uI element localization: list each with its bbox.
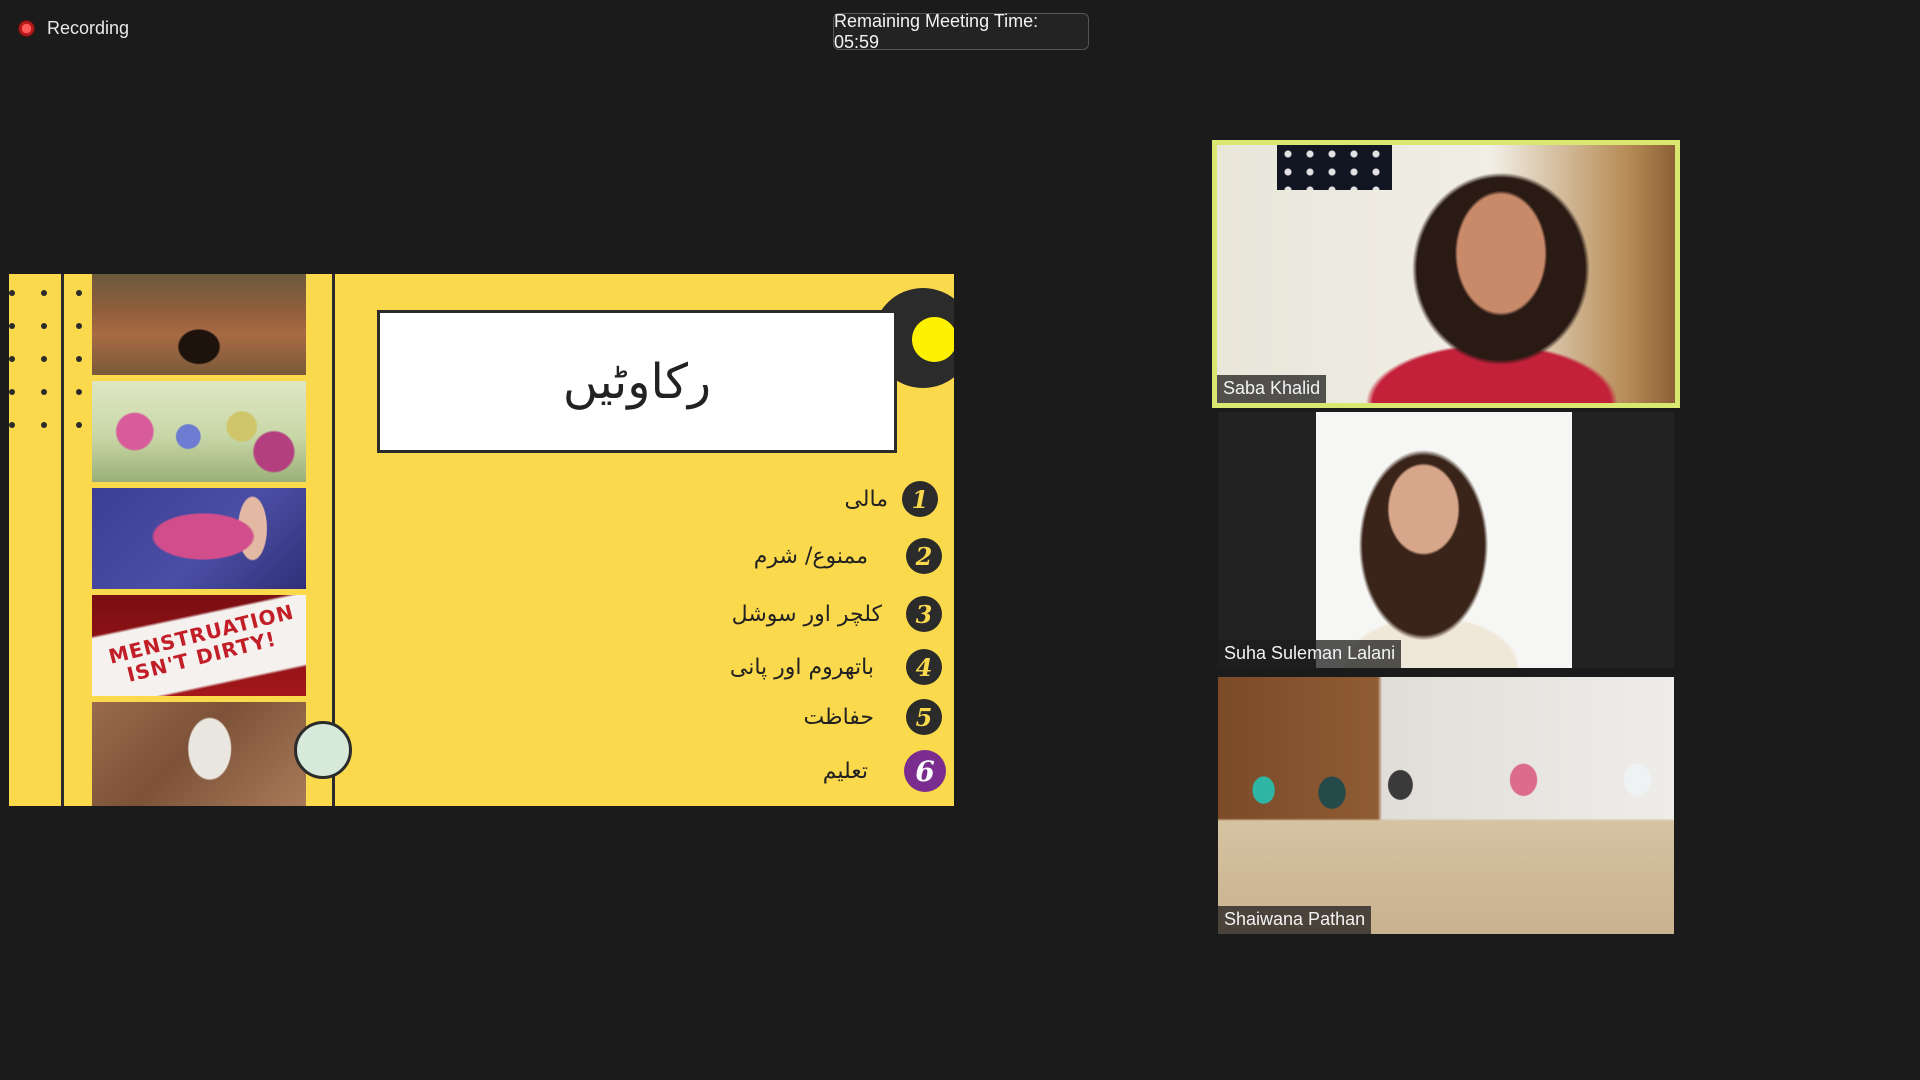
- list-item-text: باتھروم اور پانی: [729, 654, 874, 680]
- hot-water-bottle-photo: [92, 488, 306, 589]
- list-item: کلچر اور سوشل 3: [442, 594, 942, 634]
- record-icon: [18, 20, 35, 37]
- number-badge: 1: [902, 481, 938, 517]
- menstruation-sign-photo: MENSTRUATION ISN'T DIRTY!: [92, 595, 306, 696]
- decor-dot: [9, 422, 15, 428]
- slide-title: رکاوٹیں: [562, 353, 712, 410]
- list-item-text: کلچر اور سوشل: [731, 601, 882, 627]
- decor-dot: [9, 356, 15, 362]
- decor-dot: [41, 323, 47, 329]
- remaining-time-text: Remaining Meeting Time: 05:59: [834, 10, 1039, 52]
- decor-circle: [294, 721, 352, 779]
- video-tile-suha-suleman-lalani[interactable]: Suha Suleman Lalani: [1218, 412, 1674, 668]
- list-item: ممنوع/ شرم 2: [442, 536, 942, 576]
- slide-divider-line: [61, 274, 64, 806]
- women-gathering-photo: [92, 381, 306, 482]
- participant-name: Suha Suleman Lalani: [1218, 640, 1402, 668]
- decor-ring-center: [912, 317, 954, 362]
- list-item: حفاظت 5: [442, 697, 942, 737]
- remaining-time-badge: Remaining Meeting Time: 05:59: [833, 10, 1089, 52]
- participant-name: Saba Khalid: [1217, 375, 1327, 403]
- hut-photo: [92, 274, 306, 375]
- slide-title-box: رکاوٹیں: [377, 310, 897, 453]
- decor-dot: [76, 389, 82, 395]
- decor-dot: [76, 422, 82, 428]
- decor-dot: [76, 356, 82, 362]
- decor-dot: [9, 290, 15, 296]
- decor-dot: [41, 422, 47, 428]
- meeting-window: Recording Remaining Meeting Time: 05:59 …: [0, 0, 1920, 1080]
- wall-painting: [1277, 145, 1392, 190]
- number-badge-active: 6: [904, 750, 946, 792]
- toilet-photo: [92, 702, 306, 806]
- list-item-text: مالی: [844, 486, 888, 512]
- list-item-text: ممنوع/ شرم: [753, 543, 868, 569]
- sign-text: MENSTRUATION ISN'T DIRTY!: [106, 598, 297, 687]
- list-item-text: تعلیم: [822, 758, 868, 784]
- decor-dot: [9, 323, 15, 329]
- number-badge: 5: [906, 699, 942, 735]
- recording-indicator[interactable]: Recording: [18, 18, 129, 39]
- list-item: باتھروم اور پانی 4: [442, 647, 942, 687]
- decor-dot: [9, 389, 15, 395]
- list-item-text: حفاظت: [803, 704, 874, 730]
- participant-video: [1316, 412, 1572, 668]
- decor-dot: [41, 356, 47, 362]
- list-item: مالی 1: [438, 479, 938, 519]
- video-tile-shaiwana-pathan[interactable]: Shaiwana Pathan: [1218, 677, 1674, 934]
- decor-dot: [41, 290, 47, 296]
- shared-screen-slide: MENSTRUATION ISN'T DIRTY! رکاوٹیں مالی 1…: [9, 274, 954, 806]
- decor-dot: [76, 323, 82, 329]
- list-item: تعلیم 6: [446, 750, 946, 792]
- recording-label: Recording: [47, 18, 130, 38]
- decor-dot: [76, 290, 82, 296]
- decor-dot: [41, 389, 47, 395]
- video-tile-saba-khalid[interactable]: Saba Khalid: [1212, 140, 1680, 408]
- number-badge: 4: [906, 649, 942, 685]
- participant-name: Shaiwana Pathan: [1218, 906, 1372, 934]
- number-badge: 3: [906, 596, 942, 632]
- number-badge: 2: [906, 538, 942, 574]
